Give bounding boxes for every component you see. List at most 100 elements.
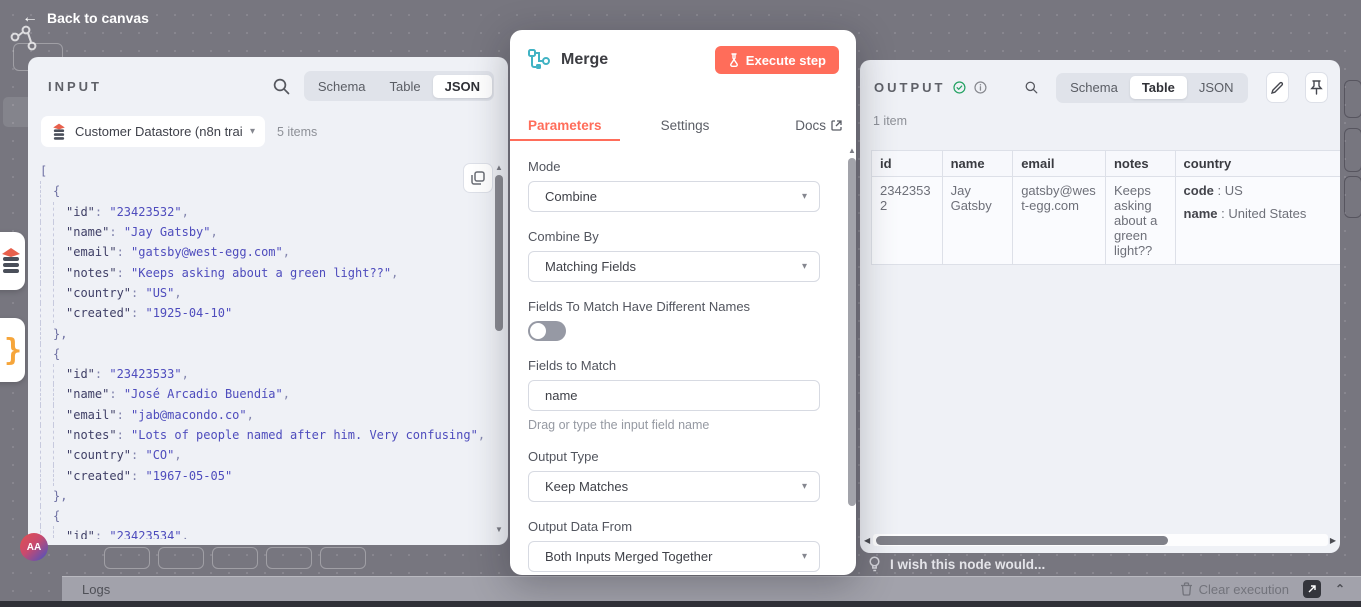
json-punct: { bbox=[53, 184, 60, 198]
json-key: "country" bbox=[66, 286, 131, 300]
column-header-email[interactable]: email bbox=[1013, 151, 1106, 177]
json-punct: }, bbox=[53, 489, 67, 503]
cell-id[interactable]: 23423532 bbox=[872, 177, 943, 265]
input-tab-json[interactable]: JSON bbox=[433, 75, 492, 98]
json-line: [ bbox=[40, 161, 492, 181]
json-colon: : bbox=[131, 448, 145, 462]
toggle-fields-to-match-have-different-names[interactable] bbox=[528, 321, 566, 341]
back-to-canvas-button[interactable]: ← Back to canvas bbox=[22, 10, 149, 26]
json-colon: : bbox=[117, 408, 131, 422]
scroll-left-icon[interactable]: ◀ bbox=[864, 536, 870, 546]
pin-data-button[interactable] bbox=[1305, 72, 1328, 103]
json-value: "Keeps asking about a green light??" bbox=[131, 266, 391, 280]
scrollbar-thumb[interactable] bbox=[876, 536, 1168, 545]
json-line: { bbox=[40, 506, 492, 526]
column-header-id[interactable]: id bbox=[872, 151, 943, 177]
indent-guide bbox=[53, 465, 66, 485]
output-tab-table[interactable]: Table bbox=[1130, 76, 1187, 99]
input-scrollbar[interactable]: ▲ ▼ bbox=[494, 163, 504, 535]
output-view-tabs: SchemaTableJSON bbox=[1056, 73, 1247, 103]
tab-parameters[interactable]: Parameters bbox=[528, 118, 602, 133]
select-mode[interactable]: Combine▾ bbox=[528, 181, 820, 212]
scroll-up-icon[interactable]: ▲ bbox=[848, 146, 856, 156]
table-header-row: idnameemailnotescountry bbox=[872, 151, 1341, 177]
tab-settings[interactable]: Settings bbox=[661, 118, 710, 133]
input-fields-to-match[interactable]: name bbox=[528, 380, 820, 411]
back-arrow-icon: ← bbox=[22, 10, 38, 26]
docs-link[interactable]: Docs bbox=[795, 118, 842, 133]
scrollbar-thumb[interactable] bbox=[848, 158, 856, 506]
output-table: idnameemailnotescountry23423532Jay Gatsb… bbox=[871, 150, 1340, 265]
cell-email[interactable]: gatsby@west-egg.com bbox=[1013, 177, 1106, 265]
canvas-node-datastore[interactable] bbox=[0, 232, 25, 290]
indent-guide bbox=[40, 262, 53, 282]
indent-guide bbox=[53, 202, 66, 222]
select-value-output-data-from: Both Inputs Merged Together bbox=[545, 549, 712, 564]
input-tab-table[interactable]: Table bbox=[378, 75, 433, 98]
search-icon[interactable] bbox=[1025, 79, 1038, 96]
scroll-right-icon[interactable]: ▶ bbox=[1330, 536, 1336, 546]
output-panel: OUTPUT SchemaTableJSON 1 item idnameemai… bbox=[860, 60, 1340, 553]
helper-fields-to-match: Drag or type the input field name bbox=[528, 418, 820, 432]
search-icon[interactable] bbox=[273, 78, 290, 95]
column-header-notes[interactable]: notes bbox=[1105, 151, 1175, 177]
clear-execution-button[interactable]: Clear execution bbox=[1180, 582, 1289, 597]
select-output-type[interactable]: Keep Matches▾ bbox=[528, 471, 820, 502]
execute-step-button[interactable]: Execute step bbox=[715, 46, 839, 74]
output-hscroll-track[interactable] bbox=[873, 534, 1328, 546]
clear-execution-label: Clear execution bbox=[1199, 582, 1289, 597]
input-json-view[interactable]: [{"id": "23423532","name": "Jay Gatsby",… bbox=[40, 161, 492, 539]
column-header-name[interactable]: name bbox=[942, 151, 1013, 177]
collapse-logs-button[interactable]: ⌃ bbox=[1335, 582, 1345, 596]
json-comma: , bbox=[182, 529, 189, 539]
input-tab-schema[interactable]: Schema bbox=[306, 75, 378, 98]
json-key: "email" bbox=[66, 408, 117, 422]
node-feedback-input[interactable]: I wish this node would... bbox=[868, 553, 1045, 576]
canvas-node-code[interactable]: } bbox=[0, 318, 25, 382]
copy-json-button[interactable] bbox=[463, 163, 493, 193]
json-colon: : bbox=[131, 306, 145, 320]
popout-logs-button[interactable] bbox=[1303, 580, 1321, 598]
json-value: "23423533" bbox=[109, 367, 181, 381]
logs-bar[interactable]: Logs Clear execution ⌃ bbox=[62, 576, 1361, 601]
indent-guide bbox=[53, 526, 66, 539]
info-icon[interactable] bbox=[974, 79, 987, 96]
dialog-scrollbar[interactable]: ▲ ▼ bbox=[847, 146, 856, 575]
dialog-title: Merge bbox=[561, 51, 608, 69]
input-view-tabs: SchemaTableJSON bbox=[304, 71, 494, 101]
json-line: "id": "23423532", bbox=[40, 202, 492, 222]
canvas-control-ghost bbox=[320, 547, 366, 569]
select-output-data-from[interactable]: Both Inputs Merged Together▾ bbox=[528, 541, 820, 572]
indent-guide bbox=[40, 364, 53, 384]
cell-name[interactable]: Jay Gatsby bbox=[942, 177, 1013, 265]
cell-country[interactable]: code : USname : United States bbox=[1175, 177, 1340, 265]
json-comma: , bbox=[247, 408, 254, 422]
execute-step-label: Execute step bbox=[746, 53, 826, 68]
output-tab-json[interactable]: JSON bbox=[1187, 76, 1246, 99]
indent-guide bbox=[40, 405, 53, 425]
column-header-country[interactable]: country bbox=[1175, 151, 1340, 177]
json-line: "country": "CO", bbox=[40, 445, 492, 465]
edit-output-button[interactable] bbox=[1266, 72, 1289, 103]
indent-guide bbox=[40, 425, 53, 445]
input-source-selector[interactable]: Customer Datastore (n8n train ▾ bbox=[41, 116, 265, 147]
indent-guide bbox=[40, 506, 53, 526]
json-key: "email" bbox=[66, 245, 117, 259]
scroll-down-icon[interactable]: ▼ bbox=[495, 525, 503, 535]
indent-guide bbox=[53, 445, 66, 465]
scroll-up-icon[interactable]: ▲ bbox=[495, 163, 503, 173]
json-line: { bbox=[40, 344, 492, 364]
output-tab-schema[interactable]: Schema bbox=[1058, 76, 1130, 99]
canvas-ghost-node bbox=[1344, 80, 1361, 118]
active-tab-underline bbox=[510, 139, 620, 141]
select-combine-by[interactable]: Matching Fields▾ bbox=[528, 251, 820, 282]
indent-guide bbox=[40, 202, 53, 222]
json-colon: : bbox=[117, 245, 131, 259]
user-avatar[interactable]: AA bbox=[20, 533, 48, 561]
json-line: "notes": "Keeps asking about a green lig… bbox=[40, 262, 492, 282]
scrollbar-thumb[interactable] bbox=[495, 175, 503, 331]
json-colon: : bbox=[131, 286, 145, 300]
node-settings-dialog: Merge Execute step Parameters Settings D… bbox=[510, 30, 856, 575]
json-comma: , bbox=[283, 245, 290, 259]
cell-notes[interactable]: Keeps asking about a green light?? bbox=[1105, 177, 1175, 265]
